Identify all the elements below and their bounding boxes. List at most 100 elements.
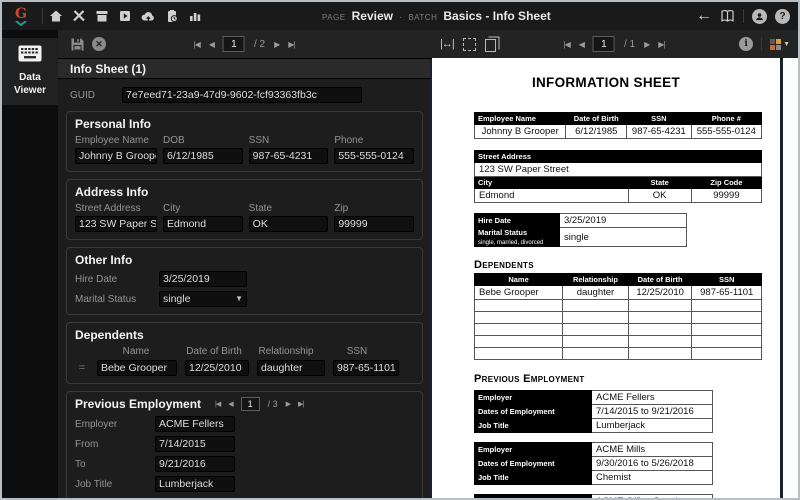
dependents-table: Name Relationship Date of Birth SSN Bebe… — [474, 273, 762, 360]
from-date-field[interactable]: 7/14/2015 — [155, 436, 235, 452]
dependent-dob-field[interactable]: 12/25/2010 — [185, 360, 249, 376]
batch-play-icon[interactable] — [118, 9, 132, 23]
divider — [761, 37, 762, 51]
state-field[interactable]: OK — [249, 216, 329, 232]
group-title: Previous Employment — [75, 397, 201, 411]
viewer-page-number[interactable]: 1 — [593, 36, 615, 52]
city-field[interactable]: Edmond — [163, 216, 243, 232]
table-cell: Edmond — [475, 189, 629, 203]
table-header: Dates of Employment — [475, 405, 592, 419]
back-arrow-icon[interactable]: ← — [696, 8, 712, 24]
phone-field[interactable]: 555-555-0124 — [334, 148, 414, 164]
next-page-icon[interactable]: ▶ — [644, 40, 649, 49]
vertical-scrollbar[interactable] — [783, 58, 798, 498]
last-page-icon[interactable]: ▶| — [658, 40, 664, 49]
dependent-relationship-field[interactable]: daughter — [257, 360, 325, 376]
last-page-icon[interactable]: ▶| — [298, 400, 303, 408]
grooper-logo[interactable]: G — [6, 7, 36, 26]
table-cell: 987-65-1101 — [692, 286, 762, 300]
home-icon[interactable] — [49, 9, 63, 23]
table-header: Zip Code — [691, 177, 761, 189]
viewer-pager: |◀ ◀ 1 / 1 ▶ ▶| — [564, 36, 665, 52]
tasks-clock-icon[interactable] — [165, 9, 179, 23]
ssn-field[interactable]: 987-65-4231 — [249, 148, 329, 164]
zip-field[interactable]: 99999 — [334, 216, 414, 232]
marital-options-note: single, married, divorced — [478, 240, 543, 246]
pages-icon[interactable] — [485, 39, 496, 52]
cancel-icon[interactable]: ✕ — [92, 37, 106, 51]
field-label: DOB — [163, 135, 243, 146]
dependent-name-field[interactable]: Bebe Grooper — [97, 360, 177, 376]
next-page-icon[interactable]: ▶ — [274, 40, 279, 49]
cloud-upload-icon[interactable] — [141, 9, 156, 23]
prev-page-icon[interactable]: ◀ — [228, 400, 232, 408]
table-cell: 555-555-0124 — [691, 125, 761, 139]
table-header: Job Title — [475, 471, 592, 485]
dob-field[interactable]: 6/12/1985 — [163, 148, 243, 164]
table-cell: 6/12/1985 — [566, 125, 627, 139]
book-icon[interactable] — [720, 9, 735, 23]
employment-block: EmployerACME Office Supply Dates of Empl… — [474, 494, 713, 500]
group-title: Dependents — [75, 328, 414, 342]
to-date-field[interactable]: 9/21/2016 — [155, 456, 235, 472]
guid-field[interactable]: 7e7eed71-23a9-47d9-9602-fcf93363fb3c — [122, 87, 362, 103]
row-drag-handle-icon[interactable]: = — [75, 362, 89, 374]
caret-down-icon: ▼ — [783, 41, 790, 48]
chevron-down-icon: ▼ — [235, 292, 243, 306]
next-page-icon[interactable]: ▶ — [286, 400, 290, 408]
employment-page-number[interactable]: 1 — [241, 397, 260, 411]
help-icon[interactable]: ? — [775, 9, 790, 24]
table-header: Name — [475, 274, 563, 286]
form-page-count: / 2 — [254, 39, 265, 50]
display-layers-icon[interactable]: ▼ — [770, 39, 790, 50]
street-address-field[interactable]: 123 SW Paper Street — [75, 216, 157, 232]
stats-chart-icon[interactable] — [188, 9, 202, 23]
dependents-column-headers: Name Date of Birth Relationship SSN — [97, 346, 414, 357]
guid-label: GUID — [70, 90, 122, 101]
marital-status-dropdown[interactable]: single▼ — [159, 291, 247, 307]
save-icon[interactable] — [70, 37, 85, 52]
job-title-field[interactable]: Lumberjack — [155, 476, 235, 492]
prev-page-icon[interactable]: ◀ — [209, 40, 214, 49]
marital-status-header: Marital Status — [478, 228, 527, 237]
first-page-icon[interactable]: |◀ — [215, 400, 220, 408]
user-account-icon[interactable] — [752, 9, 767, 24]
form-section-header[interactable]: Info Sheet (1) — [58, 59, 430, 79]
form-page-number[interactable]: 1 — [223, 36, 245, 52]
document-page[interactable]: INFORMATION SHEET Employee Name Date of … — [432, 58, 780, 498]
first-page-icon[interactable]: |◀ — [194, 40, 200, 49]
page-value: Review — [352, 9, 393, 23]
table-header: State — [628, 177, 691, 189]
employee-table: Employee Name Date of Birth SSN Phone # … — [474, 112, 762, 139]
sidebar-item-data-viewer[interactable]: Data Viewer — [2, 38, 58, 105]
dependent-ssn-field[interactable]: 987-65-1101 — [333, 360, 399, 376]
table-cell: daughter — [563, 286, 629, 300]
last-page-icon[interactable]: ▶| — [288, 40, 294, 49]
prev-page-icon[interactable]: ◀ — [579, 40, 584, 49]
hire-date-field[interactable]: 3/25/2019 — [159, 271, 247, 287]
select-region-icon[interactable] — [463, 38, 476, 51]
field-label: Phone — [334, 135, 414, 146]
data-entry-panel: ✕ |◀ ◀ 1 / 2 ▶ ▶| Info Sheet (1) GUID 7e… — [58, 30, 430, 498]
table-cell: 9/30/2016 to 5/26/2018 — [592, 457, 713, 471]
dependent-row: = Bebe Grooper 12/25/2010 daughter 987-6… — [75, 360, 414, 376]
table-cell: Chemist — [592, 471, 713, 485]
table-cell: 99999 — [691, 189, 761, 203]
dependents-group: Dependents Name Date of Birth Relationsh… — [66, 322, 423, 384]
breadcrumb: PAGE Review · BATCH Basics - Info Sheet — [322, 9, 551, 23]
previous-employment-group: Previous Employment |◀ ◀ 1 / 3 ▶ ▶| Empl… — [66, 391, 423, 498]
employer-field[interactable]: ACME Fellers — [155, 416, 235, 432]
tools-icon[interactable] — [72, 9, 86, 23]
fit-width-icon[interactable]: |↔| — [440, 38, 454, 50]
employment-pager: |◀ ◀ 1 / 3 ▶ ▶| — [215, 397, 303, 411]
field-label: SSN — [249, 135, 329, 146]
grooper-g-icon: G — [15, 7, 27, 21]
guid-row: GUID 7e7eed71-23a9-47d9-9602-fcf93363fb3… — [70, 87, 423, 103]
info-icon[interactable]: i — [739, 37, 753, 51]
left-sidebar: Data Viewer — [2, 30, 58, 498]
first-page-icon[interactable]: |◀ — [564, 40, 570, 49]
document-viewer-panel: |↔| |◀ ◀ 1 / 1 ▶ ▶| i ▼ — [430, 30, 798, 498]
document-area: INFORMATION SHEET Employee Name Date of … — [430, 58, 798, 498]
employee-name-field[interactable]: Johnny B Grooper — [75, 148, 157, 164]
archive-box-icon[interactable] — [95, 9, 109, 23]
